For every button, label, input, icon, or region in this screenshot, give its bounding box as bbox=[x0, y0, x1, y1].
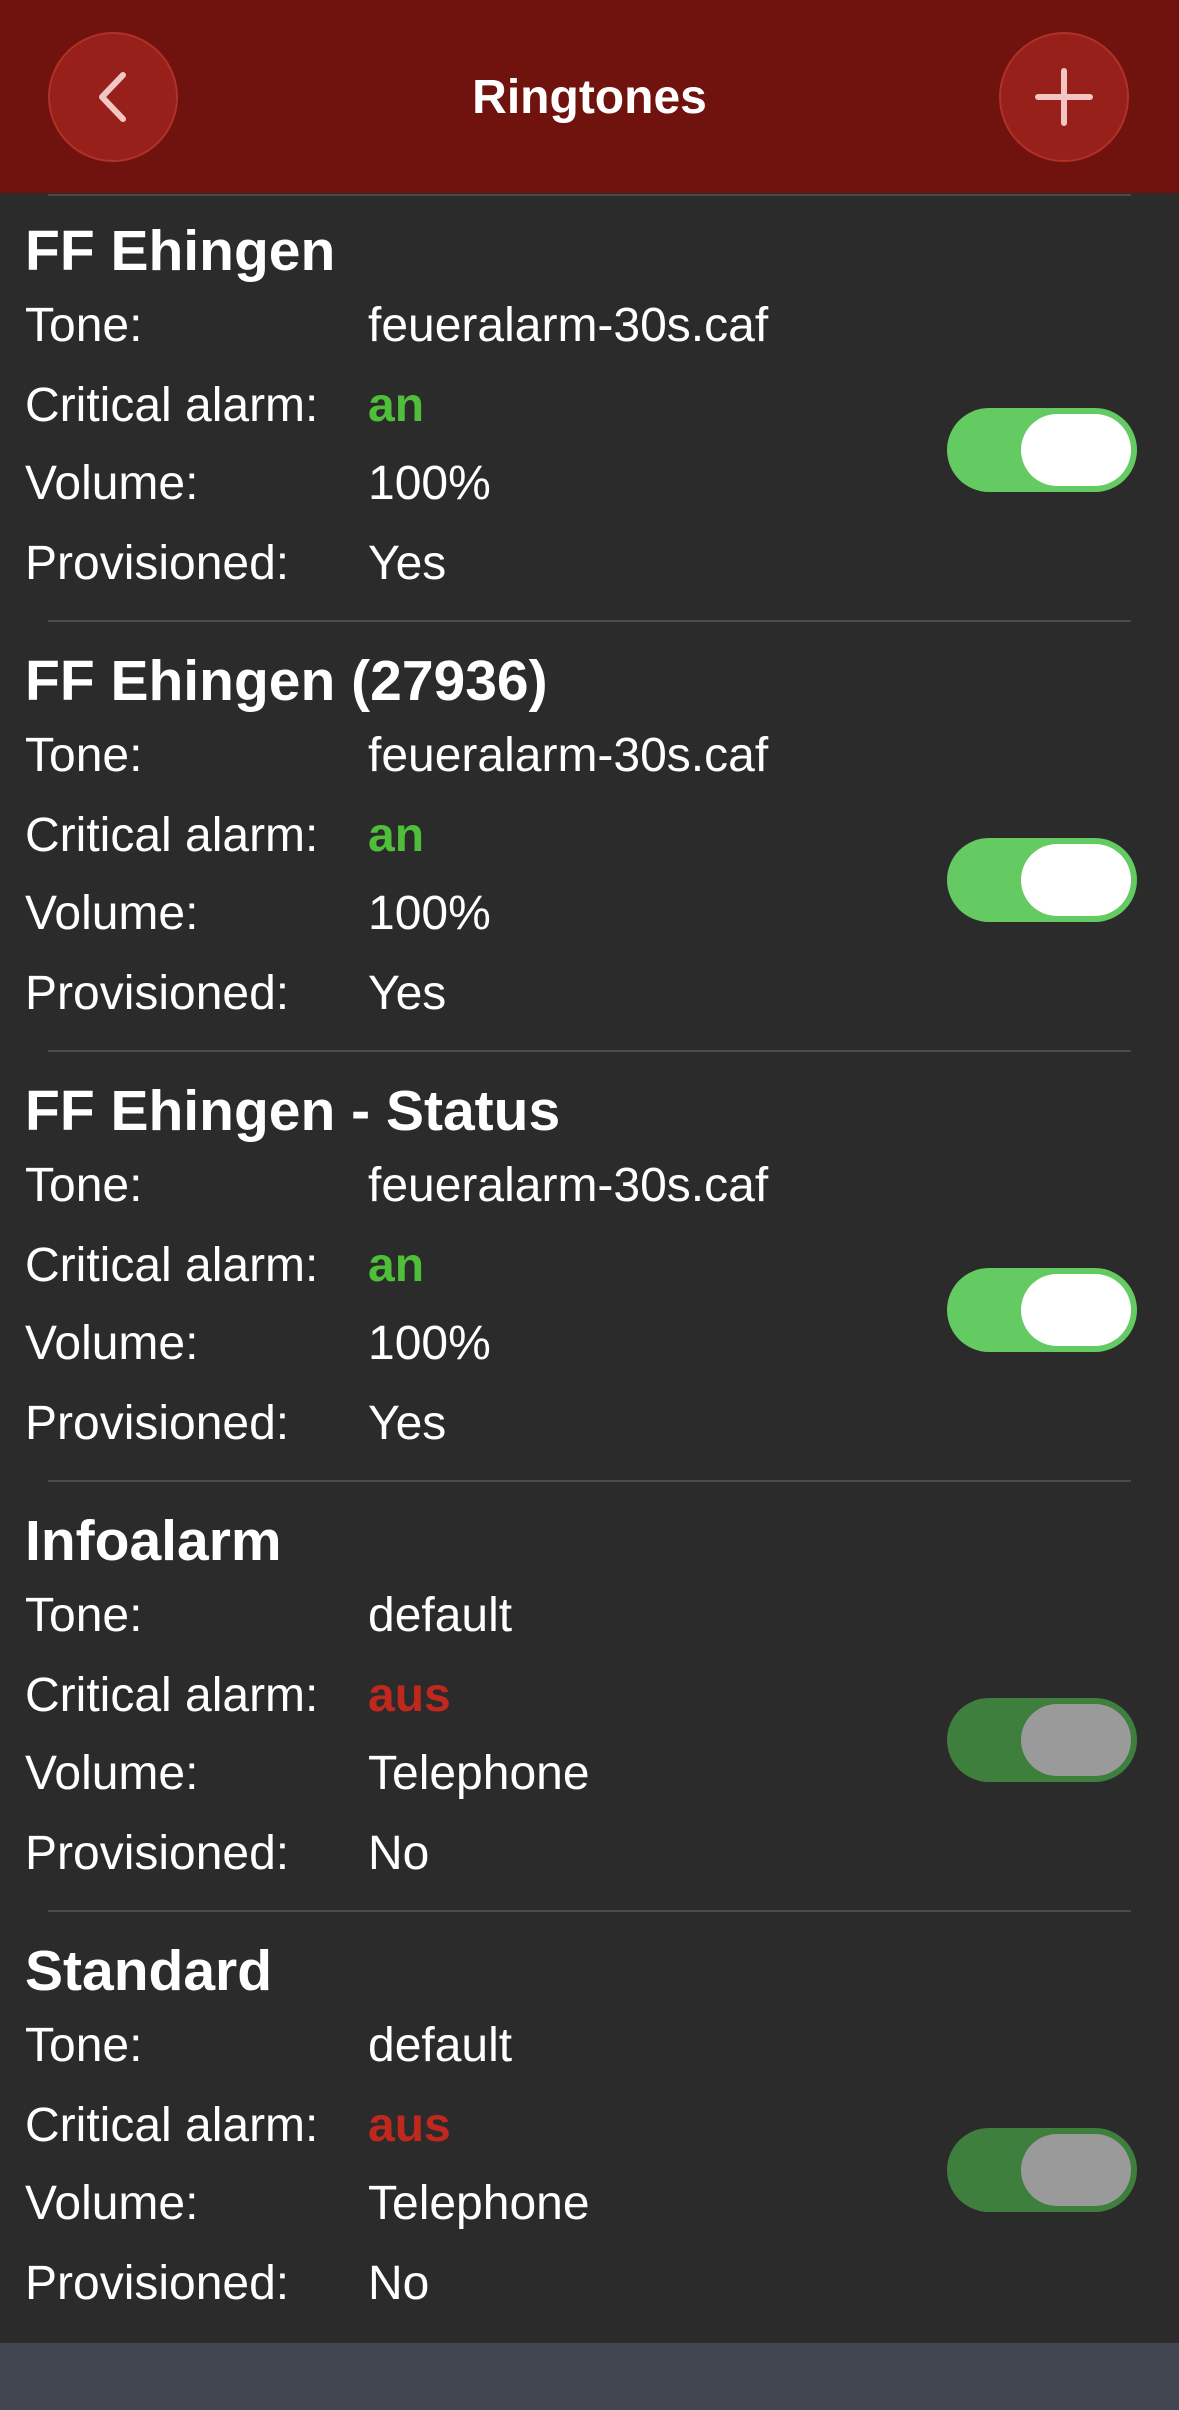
separator bbox=[48, 1910, 1131, 1912]
enable-toggle[interactable] bbox=[947, 838, 1137, 922]
enable-toggle[interactable] bbox=[947, 408, 1137, 492]
ringtone-list[interactable]: FF Ehingen Tone: feueralarm-30s.caf Crit… bbox=[0, 193, 1179, 2343]
provisioned-value: Yes bbox=[368, 537, 447, 590]
provisioned-label: Provisioned: bbox=[25, 2257, 290, 2310]
add-button[interactable] bbox=[999, 32, 1129, 162]
critical-alarm-label: Critical alarm: bbox=[25, 1239, 319, 1292]
critical-alarm-value: aus bbox=[368, 1669, 451, 1722]
tone-value: feueralarm-30s.caf bbox=[368, 1159, 769, 1212]
ringtone-item[interactable]: FF Ehingen Tone: feueralarm-30s.caf Crit… bbox=[0, 196, 1179, 626]
volume-label: Volume: bbox=[25, 1747, 199, 1800]
critical-alarm-value: an bbox=[368, 809, 425, 862]
toggle-knob bbox=[1021, 1274, 1131, 1346]
enable-toggle[interactable] bbox=[947, 1268, 1137, 1352]
plus-icon bbox=[1035, 68, 1093, 126]
volume-value: Telephone bbox=[368, 1747, 590, 1800]
provisioned-value: Yes bbox=[368, 967, 447, 1020]
toggle-knob bbox=[1021, 1704, 1131, 1776]
critical-alarm-label: Critical alarm: bbox=[25, 1669, 319, 1722]
separator bbox=[48, 1050, 1131, 1052]
ringtone-item[interactable]: Standard Tone: default Critical alarm: a… bbox=[0, 1916, 1179, 2346]
toggle-knob bbox=[1021, 844, 1131, 916]
volume-value: Telephone bbox=[368, 2177, 590, 2230]
tone-value: default bbox=[368, 1589, 513, 1642]
volume-value: 100% bbox=[368, 457, 491, 510]
tone-label: Tone: bbox=[25, 729, 143, 782]
ringtone-name: Infoalarm bbox=[25, 1509, 282, 1573]
tone-label: Tone: bbox=[25, 2019, 143, 2072]
volume-value: 100% bbox=[368, 1317, 491, 1370]
ringtone-item[interactable]: Infoalarm Tone: default Critical alarm: … bbox=[0, 1486, 1179, 1916]
tone-label: Tone: bbox=[25, 299, 143, 352]
nav-bar: Ringtones bbox=[0, 0, 1179, 193]
critical-alarm-label: Critical alarm: bbox=[25, 379, 319, 432]
provisioned-value: No bbox=[368, 1827, 430, 1880]
critical-alarm-value: an bbox=[368, 1239, 425, 1292]
toggle-knob bbox=[1021, 414, 1131, 486]
provisioned-label: Provisioned: bbox=[25, 537, 290, 590]
enable-toggle[interactable] bbox=[947, 1698, 1137, 1782]
ringtone-name: Standard bbox=[25, 1939, 273, 2003]
tone-value: feueralarm-30s.caf bbox=[368, 299, 769, 352]
critical-alarm-label: Critical alarm: bbox=[25, 2099, 319, 2152]
ringtone-item[interactable]: FF Ehingen (27936) Tone: feueralarm-30s.… bbox=[0, 626, 1179, 1056]
tone-value: feueralarm-30s.caf bbox=[368, 729, 769, 782]
volume-label: Volume: bbox=[25, 2177, 199, 2230]
separator bbox=[48, 1480, 1131, 1482]
tone-label: Tone: bbox=[25, 1159, 143, 1212]
enable-toggle[interactable] bbox=[947, 2128, 1137, 2212]
critical-alarm-value: an bbox=[368, 379, 425, 432]
volume-label: Volume: bbox=[25, 1317, 199, 1370]
provisioned-label: Provisioned: bbox=[25, 1827, 290, 1880]
separator bbox=[48, 620, 1131, 622]
provisioned-value: No bbox=[368, 2257, 430, 2310]
toggle-knob bbox=[1021, 2134, 1131, 2206]
provisioned-label: Provisioned: bbox=[25, 967, 290, 1020]
provisioned-value: Yes bbox=[368, 1397, 447, 1450]
ringtone-name: FF Ehingen (27936) bbox=[25, 649, 548, 713]
provisioned-label: Provisioned: bbox=[25, 1397, 290, 1450]
ringtone-item[interactable]: FF Ehingen - Status Tone: feueralarm-30s… bbox=[0, 1056, 1179, 1486]
volume-value: 100% bbox=[368, 887, 491, 940]
ringtone-name: FF Ehingen - Status bbox=[25, 1079, 561, 1143]
tone-label: Tone: bbox=[25, 1589, 143, 1642]
tone-value: default bbox=[368, 2019, 513, 2072]
bottom-bar bbox=[0, 2343, 1179, 2410]
ringtone-name: FF Ehingen bbox=[25, 219, 336, 283]
volume-label: Volume: bbox=[25, 457, 199, 510]
volume-label: Volume: bbox=[25, 887, 199, 940]
critical-alarm-value: aus bbox=[368, 2099, 451, 2152]
critical-alarm-label: Critical alarm: bbox=[25, 809, 319, 862]
